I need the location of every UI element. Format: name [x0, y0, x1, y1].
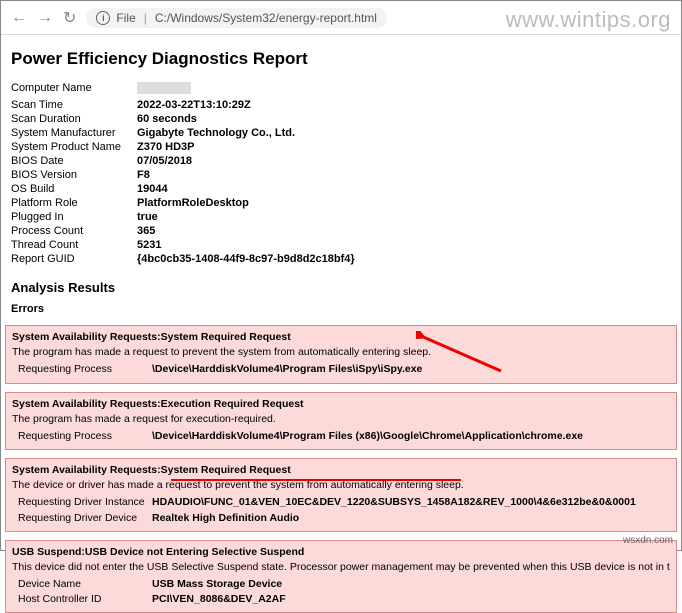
info-val: 07/05/2018 [131, 154, 355, 168]
info-key: Thread Count [11, 238, 131, 252]
error-row-val: USB Mass Storage Device [152, 577, 282, 591]
info-key: Platform Role [11, 196, 131, 210]
error-title: USB Suspend:USB Device not Entering Sele… [12, 545, 670, 559]
error-panel: System Availability Requests:System Requ… [5, 325, 677, 384]
credit: wsxdn.com [623, 535, 673, 546]
error-row-key: Host Controller ID [12, 592, 152, 606]
info-key: OS Build [11, 182, 131, 196]
info-val: 365 [131, 224, 355, 238]
error-row-val: \Device\HarddiskVolume4\Program Files\iS… [152, 362, 422, 376]
info-icon: i [96, 11, 110, 25]
info-key: System Product Name [11, 140, 131, 154]
separator: | [142, 11, 149, 25]
forward-icon[interactable]: → [37, 9, 53, 27]
info-val: 60 seconds [131, 112, 355, 126]
info-val: 5231 [131, 238, 355, 252]
error-row-key: Requesting Driver Instance [12, 495, 152, 509]
error-row-key: Device Name [12, 577, 152, 591]
error-row: Requesting Driver DeviceRealtek High Def… [12, 511, 670, 525]
error-row: Requesting Process\Device\HarddiskVolume… [12, 429, 670, 443]
error-row-val: \Device\HarddiskVolume4\Program Files (x… [152, 429, 583, 443]
info-val: Z370 HD3P [131, 140, 355, 154]
info-key: Scan Time [11, 98, 131, 112]
info-val: PlatformRoleDesktop [131, 196, 355, 210]
error-row-val: Realtek High Definition Audio [152, 511, 299, 525]
info-key: Computer Name [11, 81, 131, 98]
system-info-table: Computer Name Scan Time2022-03-22T13:10:… [11, 81, 355, 266]
info-key: Scan Duration [11, 112, 131, 126]
browser-toolbar: ← → ↻ i File | C:/Windows/System32/energ… [1, 1, 681, 35]
error-title: System Availability Requests:System Requ… [12, 330, 670, 344]
error-title: System Availability Requests:Execution R… [12, 397, 670, 411]
error-desc: The device or driver has made a request … [12, 478, 670, 492]
page-title: Power Efficiency Diagnostics Report [11, 49, 671, 69]
info-key: Report GUID [11, 252, 131, 266]
info-val: {4bc0cb35-1408-44f9-8c97-b9d8d2c18bf4} [131, 252, 355, 266]
error-desc: The program has made a request for execu… [12, 412, 670, 426]
report-body: Power Efficiency Diagnostics Report Comp… [1, 35, 681, 613]
info-key: BIOS Date [11, 154, 131, 168]
info-val: Gigabyte Technology Co., Ltd. [131, 126, 355, 140]
info-key: Plugged In [11, 210, 131, 224]
info-key: BIOS Version [11, 168, 131, 182]
analysis-heading: Analysis Results [11, 280, 671, 295]
info-key: Process Count [11, 224, 131, 238]
info-val: 2022-03-22T13:10:29Z [131, 98, 355, 112]
file-path: C:/Windows/System32/energy-report.html [155, 11, 377, 25]
errors-heading: Errors [11, 303, 671, 315]
error-desc: The program has made a request to preven… [12, 345, 670, 359]
reload-icon[interactable]: ↻ [63, 8, 76, 28]
error-panel: System Availability Requests:Execution R… [5, 392, 677, 451]
address-bar[interactable]: i File | C:/Windows/System32/energy-repo… [86, 8, 387, 28]
error-desc: This device did not enter the USB Select… [12, 560, 670, 574]
info-val: true [131, 210, 355, 224]
back-icon[interactable]: ← [11, 9, 27, 27]
error-row: Host Controller IDPCI\VEN_8086&DEV_A2AF [12, 592, 670, 606]
error-row-key: Requesting Driver Device [12, 511, 152, 525]
error-row: Device NameUSB Mass Storage Device [12, 577, 670, 591]
info-val: 19044 [131, 182, 355, 196]
error-panel: System Availability Requests:System Requ… [5, 458, 677, 532]
info-val: F8 [131, 168, 355, 182]
error-row-val: PCI\VEN_8086&DEV_A2AF [152, 592, 286, 606]
file-scheme-label: File [116, 11, 135, 25]
error-title: System Availability Requests:System Requ… [12, 463, 670, 477]
error-row: Requesting Driver InstanceHDAUDIO\FUNC_0… [12, 495, 670, 509]
computer-name-redacted [137, 82, 191, 94]
error-row-key: Requesting Process [12, 429, 152, 443]
error-row-key: Requesting Process [12, 362, 152, 376]
error-row-val: HDAUDIO\FUNC_01&VEN_10EC&DEV_1220&SUBSYS… [152, 495, 636, 509]
info-key: System Manufacturer [11, 126, 131, 140]
error-row: Requesting Process\Device\HarddiskVolume… [12, 362, 670, 376]
